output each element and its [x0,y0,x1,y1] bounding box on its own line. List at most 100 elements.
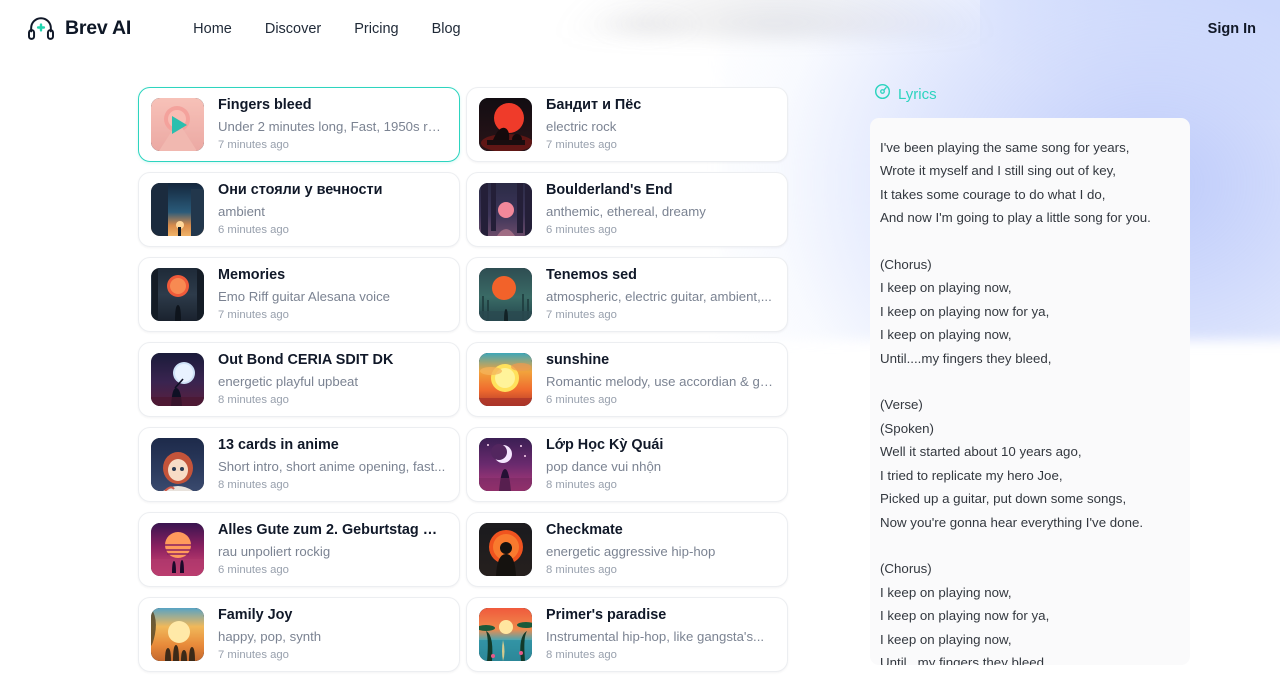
song-info: Primer's paradise Instrumental hip-hop, l… [546,606,775,662]
song-card[interactable]: Бандит и Пёс electric rock 7 minutes ago [466,87,788,162]
song-info: Checkmate energetic aggressive hip-hop 8 m… [546,521,775,577]
song-description: Short intro, short anime opening, fast..… [218,459,446,475]
song-thumbnail[interactable] [479,268,532,321]
song-card[interactable]: Lớp Học Kỳ Quái pop dance vui nhộn 8 minut… [466,427,788,502]
song-card[interactable]: sunshine Romantic melody, use accordian &… [466,342,788,417]
play-button-overlay[interactable] [151,98,204,151]
lyrics-line: (Spoken) [880,420,934,436]
song-description: energetic playful upbeat [218,374,359,390]
song-timestamp: 8 minutes ago [218,479,289,492]
song-card[interactable]: Memories Emo Riff guitar Alesana voice 7 m… [138,257,460,332]
top-navigation-bar: Brev AI Home Discover Pricing Blog Sign … [0,0,1280,57]
nav-item-blog[interactable]: Blog [432,21,461,37]
song-timestamp: 6 minutes ago [218,224,289,237]
song-timestamp: 7 minutes ago [218,649,289,662]
song-card[interactable]: Family Joy happy, pop, synth 7 minutes ago [138,597,460,672]
song-title: Они стояли у вечности [218,182,383,199]
song-card[interactable]: Fingers bleed Under 2 minutes long, Fast,… [138,87,460,162]
song-title: 13 cards in anime [218,437,339,454]
song-card[interactable]: Checkmate energetic aggressive hip-hop 8 m… [466,512,788,587]
lyrics-line: Well it started about 10 years ago, [880,444,1082,460]
song-timestamp: 6 minutes ago [546,224,617,237]
brand-logo[interactable]: Brev AI [26,14,131,44]
lyrics-text-container[interactable]: I've been playing the same song for year… [870,118,1190,665]
song-info: Бандит и Пёс electric rock 7 minutes ago [546,96,775,152]
song-title: Alles Gute zum 2. Geburtstag Hailey [218,522,447,539]
song-description: pop dance vui nhộn [546,459,662,475]
song-thumbnail[interactable] [151,268,204,321]
lyrics-line: Until...my fingers they bleed. [880,654,1048,665]
nav-item-home[interactable]: Home [193,21,232,37]
song-card[interactable]: Primer's paradise Instrumental hip-hop, l… [466,597,788,672]
lyrics-title: Lyrics [898,85,937,103]
lyrics-line: And now I'm going to play a little song … [880,210,1151,226]
song-title: Lớp Học Kỳ Quái [546,437,664,454]
lyrics-line: I keep on playing now for ya, [880,608,1050,624]
song-info: Fingers bleed Under 2 minutes long, Fast,… [218,96,447,152]
song-thumbnail[interactable] [479,353,532,406]
song-thumbnail[interactable] [479,608,532,661]
song-thumbnail[interactable] [479,98,532,151]
song-description: electric rock [546,119,617,135]
main-nav: Home Discover Pricing Blog [193,21,460,37]
song-card[interactable]: Tenemos sed atmospheric, electric guitar,… [466,257,788,332]
lyrics-panel: Lyrics I've been playing the same song f… [870,57,1190,672]
song-card[interactable]: Boulderland's End anthemic, ethereal, dre… [466,172,788,247]
song-thumbnail[interactable] [151,438,204,491]
song-card[interactable]: Alles Gute zum 2. Geburtstag Hailey rau u… [138,512,460,587]
song-description: Under 2 minutes long, Fast, 1950s rock..… [218,119,447,135]
lyrics-header: Lyrics [874,83,1190,105]
song-thumbnail[interactable] [151,523,204,576]
song-description: energetic aggressive hip-hop [546,544,716,560]
song-title: sunshine [546,352,610,369]
lyrics-line: (Chorus) [880,561,932,577]
play-icon [171,115,187,134]
lyrics-line [880,230,1172,253]
lyrics-line: I tried to replicate my hero Joe, [880,467,1063,483]
lyrics-line: Until....my fingers they bleed, [880,350,1052,366]
song-description: ambient [218,204,265,220]
song-timestamp: 8 minutes ago [546,564,617,577]
song-timestamp: 7 minutes ago [218,309,289,322]
lyrics-line: I keep on playing now, [880,584,1012,600]
song-thumbnail[interactable] [151,353,204,406]
song-thumbnail[interactable] [151,608,204,661]
song-info: Alles Gute zum 2. Geburtstag Hailey rau u… [218,521,447,577]
song-timestamp: 7 minutes ago [546,309,617,322]
song-title: Primer's paradise [546,607,667,624]
song-title: Memories [218,267,286,284]
song-thumbnail[interactable] [479,523,532,576]
lyrics-line: Picked up a guitar, put down some songs, [880,491,1127,507]
song-info: Boulderland's End anthemic, ethereal, dre… [546,181,775,237]
lyrics-line [880,534,1172,557]
song-info: 13 cards in anime Short intro, short anim… [218,436,447,492]
song-thumbnail[interactable] [151,183,204,236]
song-info: sunshine Romantic melody, use accordian &… [546,351,775,407]
song-list: Fingers bleed Under 2 minutes long, Fast,… [138,57,828,672]
song-card[interactable]: Out Bond CERIA SDIT DK energetic playful … [138,342,460,417]
song-timestamp: 7 minutes ago [546,139,617,152]
song-timestamp: 8 minutes ago [546,479,617,492]
nav-item-discover[interactable]: Discover [265,21,321,37]
song-thumbnail[interactable] [151,98,204,151]
song-thumbnail[interactable] [479,438,532,491]
song-timestamp: 6 minutes ago [546,394,617,407]
lyrics-line: I keep on playing now, [880,631,1012,647]
sign-in-button[interactable]: Sign In [1208,21,1256,37]
song-description: Emo Riff guitar Alesana voice [218,289,391,305]
song-thumbnail[interactable] [479,183,532,236]
song-card[interactable]: Они стояли у вечности ambient 6 minutes ag… [138,172,460,247]
song-info: Они стояли у вечности ambient 6 minutes ag… [218,181,447,237]
song-card[interactable]: 13 cards in anime Short intro, short anim… [138,427,460,502]
nav-item-pricing[interactable]: Pricing [354,21,398,37]
song-title: Tenemos sed [546,267,637,284]
song-timestamp: 8 minutes ago [218,394,289,407]
lyrics-line [880,370,1172,393]
headphones-icon [26,14,56,44]
song-description: atmospheric, electric guitar, ambient,..… [546,289,772,305]
song-description: Instrumental hip-hop, like gangsta's... [546,629,765,645]
lyrics-line: Wrote it myself and I still sing out of … [880,163,1116,179]
song-timestamp: 7 minutes ago [218,139,289,152]
lyrics-line: I keep on playing now, [880,280,1012,296]
lyrics-line: I keep on playing now, [880,327,1012,343]
